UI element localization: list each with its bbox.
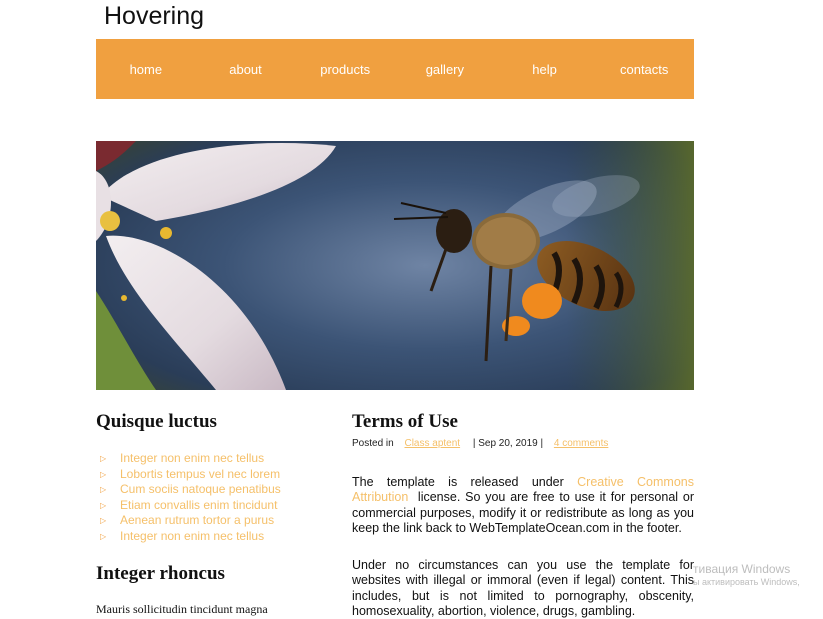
sidebar-link[interactable]: Etiam convallis enim tincidunt — [120, 498, 277, 512]
sidebar-list-item: ▷ Integer non enim nec tellus — [96, 451, 281, 467]
sidebar-link[interactable]: Lobortis tempus vel nec lorem — [120, 467, 280, 481]
sidebar-list-item: ▷ Lobortis tempus vel nec lorem — [96, 467, 281, 483]
hero-image-bee — [96, 141, 694, 390]
nav-contacts[interactable]: contacts — [594, 62, 694, 77]
comments-link[interactable]: 4 comments — [554, 438, 608, 449]
sidebar-paragraph: Mauris sollicitudin tincidunt magna — [96, 602, 268, 616]
post-date: | Sep 20, 2019 | — [472, 438, 544, 449]
site-title: Hovering — [104, 2, 205, 30]
sidebar-link[interactable]: Integer non enim nec tellus — [120, 529, 264, 543]
sidebar-list-item: ▷ Cum sociis natoque penatibus — [96, 482, 281, 498]
sidebar-list-item: ▷ Aenean rutrum tortor a purus — [96, 513, 281, 529]
triangle-bullet-icon: ▷ — [100, 516, 107, 526]
triangle-bullet-icon: ▷ — [100, 500, 107, 510]
sidebar-link-list: ▷ Integer non enim nec tellus ▷ Lobortis t… — [96, 451, 281, 545]
triangle-bullet-icon: ▷ — [100, 485, 107, 495]
watermark-line-1: тивация Windows — [693, 562, 791, 576]
article-paragraph-restrictions: Under no circumstances can you use the t… — [352, 558, 694, 618]
article-paragraph-license: The template is released under Creative … — [352, 475, 694, 536]
article-title: Terms of Use — [352, 411, 458, 432]
nav-home[interactable]: home — [96, 62, 196, 77]
triangle-bullet-icon: ▷ — [100, 532, 107, 541]
main-navigation: home about products gallery help contact… — [96, 39, 694, 99]
posted-in-label: Posted in — [352, 438, 394, 449]
category-link[interactable]: Class aptent — [404, 438, 460, 449]
sidebar-link[interactable]: Integer non enim nec tellus — [120, 451, 264, 465]
nav-gallery[interactable]: gallery — [395, 62, 495, 77]
windows-activation-watermark: тивация Windows ы активировать Windows, — [693, 562, 800, 587]
nav-about[interactable]: about — [196, 62, 296, 77]
sidebar-list-item: ▷ Etiam convallis enim tincidunt — [96, 498, 281, 514]
article-meta: Posted in Class aptent | Sep 20, 2019 | … — [352, 438, 618, 449]
sidebar-list-item: ▷ Integer non enim nec tellus — [96, 529, 281, 545]
license-text-start: The template is released under — [352, 475, 564, 489]
sidebar-link[interactable]: Aenean rutrum tortor a purus — [120, 513, 274, 527]
sidebar-heading-quisque: Quisque luctus — [96, 411, 217, 432]
nav-products[interactable]: products — [295, 62, 395, 77]
watermark-line-2: ы активировать Windows, — [693, 577, 800, 587]
triangle-bullet-icon: ▷ — [100, 469, 107, 479]
triangle-bullet-icon: ▷ — [100, 454, 107, 464]
nav-help[interactable]: help — [495, 62, 595, 77]
sidebar-heading-integer: Integer rhoncus — [96, 563, 225, 584]
sidebar-link[interactable]: Cum sociis natoque penatibus — [120, 482, 281, 496]
